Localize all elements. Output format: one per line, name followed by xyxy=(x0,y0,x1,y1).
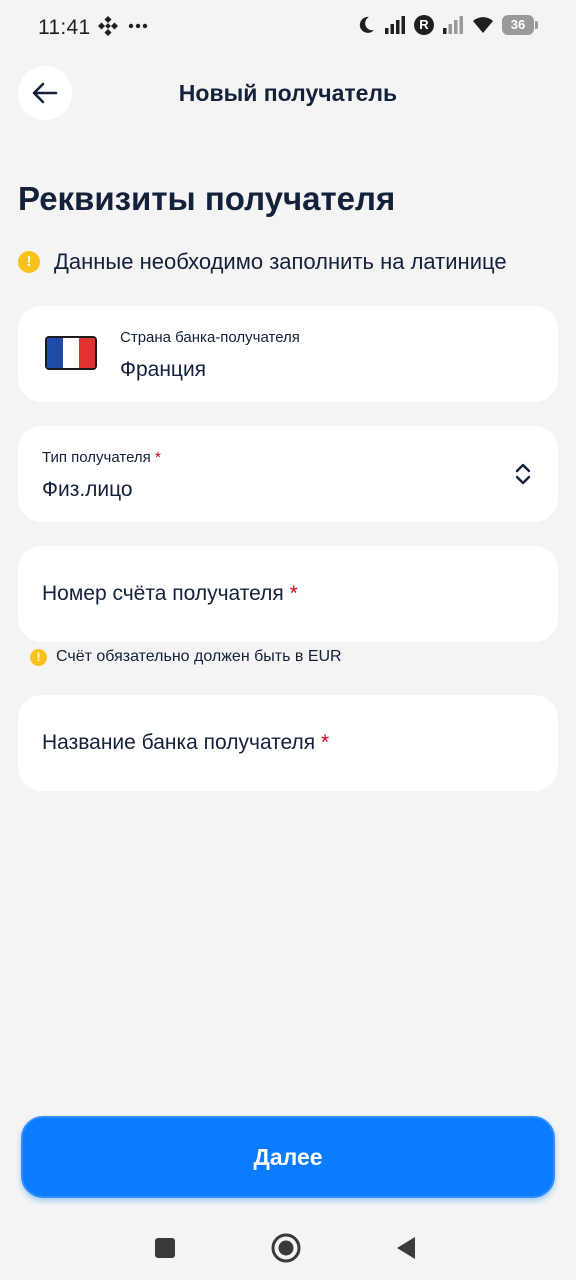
chevron-up-down-icon xyxy=(515,463,531,485)
account-number-label: Номер счёта получателя * xyxy=(42,582,298,605)
bank-name-field[interactable]: Название банка получателя * xyxy=(18,695,558,791)
circle-home-icon xyxy=(271,1233,301,1263)
square-icon xyxy=(155,1238,175,1258)
required-mark: * xyxy=(154,449,161,466)
home-button[interactable] xyxy=(268,1230,304,1266)
binance-icon xyxy=(98,16,118,36)
france-flag-icon xyxy=(45,336,97,370)
latin-notice: ! Данные необходимо заполнить на латиниц… xyxy=(18,249,507,275)
status-bar: 11:41 R 36 xyxy=(0,0,576,56)
warning-icon: ! xyxy=(30,648,47,666)
triangle-back-icon xyxy=(397,1237,415,1259)
more-notifications-icon xyxy=(128,23,148,29)
recipient-type-label: Тип получателя * xyxy=(42,449,161,466)
back-nav-button[interactable] xyxy=(388,1230,424,1266)
page-title: Новый получатель xyxy=(178,80,398,106)
notice-text: Данные необходимо заполнить на латинице xyxy=(54,249,507,274)
status-left-icons xyxy=(98,16,148,36)
account-currency-hint: ! Счёт обязательно должен быть в EUR xyxy=(30,648,342,666)
bank-country-label: Страна банка-получателя xyxy=(120,329,300,346)
moon-icon xyxy=(359,16,374,33)
roaming-icon: R xyxy=(414,15,434,35)
section-title: Реквизиты получателя xyxy=(18,180,396,217)
bank-country-selector[interactable]: Страна банка-получателя Франция xyxy=(18,306,558,402)
signal-secondary-icon xyxy=(443,16,463,34)
required-mark: * xyxy=(321,731,330,754)
account-number-field[interactable]: Номер счёта получателя * xyxy=(18,546,558,642)
recipient-type-value: Физ.лицо xyxy=(42,478,133,501)
required-mark: * xyxy=(289,582,298,605)
bank-name-label: Название банка получателя * xyxy=(42,731,330,754)
recipient-type-select[interactable]: Тип получателя * Физ.лицо xyxy=(18,426,558,522)
system-nav-bar xyxy=(0,1214,576,1280)
recents-button[interactable] xyxy=(147,1230,183,1266)
screen: 11:41 R 36 Новый получатель Реквизиты по… xyxy=(0,0,576,1280)
status-time: 11:41 xyxy=(38,16,91,39)
status-right-icons: R 36 xyxy=(356,15,538,35)
signal-icon xyxy=(385,16,405,34)
battery-icon: 36 xyxy=(502,15,538,35)
warning-icon: ! xyxy=(18,251,40,273)
wifi-icon xyxy=(473,17,493,33)
hint-text: Счёт обязательно должен быть в EUR xyxy=(56,648,342,665)
next-button[interactable]: Далее xyxy=(21,1116,555,1198)
bank-country-value: Франция xyxy=(120,358,207,381)
